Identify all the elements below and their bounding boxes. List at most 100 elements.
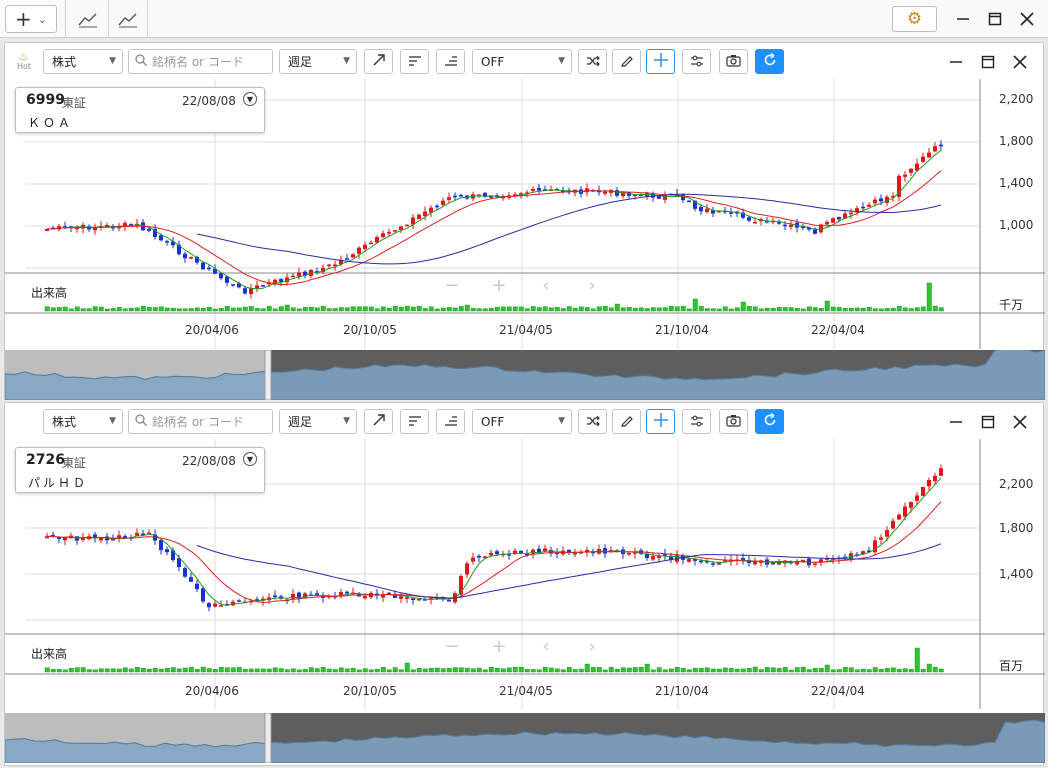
volume-bar	[584, 663, 590, 673]
shuffle-button[interactable]	[578, 409, 607, 434]
volume-bar	[104, 668, 110, 673]
zoom-in-button[interactable]: +	[489, 275, 509, 296]
indicator-select[interactable]: OFF ▼	[472, 409, 572, 434]
panel-maximize-icon[interactable]	[979, 413, 997, 431]
indicator-select[interactable]: OFF ▼	[472, 49, 572, 74]
candle-body	[459, 195, 463, 197]
volume-bar	[908, 308, 914, 312]
hot-badge[interactable]: ♨ Hot	[13, 49, 35, 75]
close-icon[interactable]	[1016, 8, 1038, 30]
scroll-left-button[interactable]: ‹	[536, 636, 556, 657]
chevron-down-circle-icon[interactable]: ▼	[243, 92, 257, 106]
volume-bar	[830, 306, 836, 312]
period-select[interactable]: 週足 ▼	[279, 49, 357, 74]
volume-bar	[68, 308, 74, 312]
panel-minimize-icon[interactable]	[947, 413, 965, 431]
volume-bar	[488, 666, 494, 673]
settings-sliders-button[interactable]	[682, 409, 711, 434]
volume-bar	[98, 306, 104, 312]
align-top-button[interactable]	[400, 409, 429, 434]
scroll-left-button[interactable]: ‹	[536, 275, 556, 296]
volume-bar	[116, 306, 122, 312]
volume-bar	[920, 306, 926, 312]
overview-handle	[264, 350, 272, 400]
volume-bar	[512, 666, 518, 673]
symbol-search-input[interactable]: 銘柄名 or コード	[128, 49, 273, 74]
screenshot-button[interactable]	[719, 409, 748, 434]
symbol-search-input[interactable]: 銘柄名 or コード	[128, 409, 273, 434]
trend-line-2-icon[interactable]	[116, 9, 140, 29]
draw-line-button[interactable]	[364, 409, 393, 434]
asset-type-select[interactable]: 株式 ▼	[43, 49, 123, 74]
crosshair-icon	[653, 412, 669, 432]
shuffle-button[interactable]	[578, 49, 607, 74]
scroll-right-button[interactable]: ›	[582, 275, 602, 296]
period-select[interactable]: 週足 ▼	[279, 409, 357, 434]
refresh-button[interactable]	[755, 409, 784, 434]
volume-bar	[800, 666, 806, 673]
candle-body	[207, 267, 211, 270]
volume-bar	[578, 668, 584, 673]
panel-close-icon[interactable]	[1011, 53, 1029, 71]
scroll-right-button[interactable]: ›	[582, 636, 602, 657]
crosshair-button[interactable]	[646, 49, 675, 74]
volume-bar	[788, 307, 794, 312]
align-bottom-button[interactable]	[436, 409, 465, 434]
zoom-in-button[interactable]: +	[489, 636, 509, 657]
align-bottom-button[interactable]	[436, 49, 465, 74]
minimize-icon[interactable]	[952, 8, 974, 30]
settings-sliders-button[interactable]	[682, 49, 711, 74]
candle-body	[345, 258, 349, 260]
volume-bar	[566, 306, 572, 312]
screenshot-button[interactable]	[719, 49, 748, 74]
panel-maximize-icon[interactable]	[979, 53, 997, 71]
volume-bar	[776, 668, 782, 673]
pen-button[interactable]	[612, 49, 641, 74]
candle-body	[195, 583, 199, 590]
candle-body	[99, 537, 103, 541]
settings-button[interactable]: ⚙	[892, 6, 937, 32]
chevron-down-circle-icon[interactable]: ▼	[243, 452, 257, 466]
candle-body	[687, 200, 691, 203]
volume-bar	[308, 667, 314, 673]
volume-label: 出来高	[31, 647, 68, 661]
overview-navigator[interactable]	[5, 350, 1045, 400]
volume-bar	[728, 308, 734, 312]
volume-bar	[914, 307, 920, 312]
x-tick-label: 22/04/04	[811, 323, 865, 337]
volume-bar	[662, 307, 668, 312]
volume-bar	[890, 307, 896, 312]
panel-close-icon[interactable]	[1011, 413, 1029, 431]
volume-label: 出来高	[31, 286, 68, 300]
candle-body	[159, 540, 163, 551]
crosshair-button[interactable]	[646, 409, 675, 434]
volume-bar	[854, 307, 860, 312]
draw-line-button[interactable]	[364, 49, 393, 74]
trend-line-icon[interactable]	[76, 9, 100, 29]
zoom-out-button[interactable]: −	[442, 636, 462, 657]
add-chart-button[interactable]: + ⌄	[5, 5, 57, 33]
overview-navigator[interactable]	[5, 713, 1045, 763]
panel-minimize-icon[interactable]	[947, 53, 965, 71]
candle-body	[201, 588, 205, 602]
volume-bar	[542, 306, 548, 312]
candle-body	[189, 256, 193, 259]
refresh-button[interactable]	[755, 49, 784, 74]
volume-bar	[428, 306, 434, 312]
volume-bar	[602, 669, 608, 673]
candle-body	[465, 563, 469, 575]
volume-bar	[140, 306, 146, 312]
candle-body	[363, 596, 367, 599]
volume-bar	[314, 307, 320, 312]
candle-body	[441, 200, 445, 205]
candle-body	[147, 228, 151, 231]
align-top-button[interactable]	[400, 49, 429, 74]
asset-type-select[interactable]: 株式 ▼	[43, 409, 123, 434]
pen-button[interactable]	[612, 409, 641, 434]
volume-bar	[632, 667, 638, 673]
candle-body	[927, 152, 931, 158]
volume-bar	[272, 308, 278, 312]
maximize-icon[interactable]	[984, 8, 1006, 30]
volume-bar	[668, 305, 674, 312]
zoom-out-button[interactable]: −	[442, 275, 462, 296]
